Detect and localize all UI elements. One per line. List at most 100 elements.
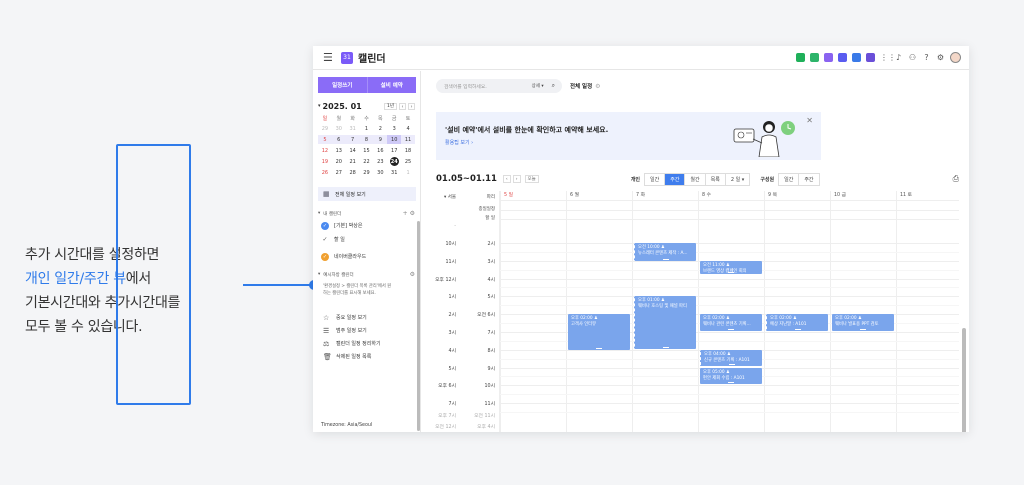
day-header[interactable]: 5 일 xyxy=(500,191,566,200)
mini-day[interactable]: 10 xyxy=(387,135,402,144)
sidebar-scrollbar[interactable] xyxy=(417,221,420,431)
search-scope-select[interactable]: 상세 ▾ xyxy=(532,83,544,89)
my-calendar-section[interactable]: ▾ 내 캘린더 + ⚙ xyxy=(318,210,415,217)
today-button[interactable]: 오늘 xyxy=(524,175,539,183)
calendar-event[interactable]: 오후 02:00 ♟ 웨비나 발표용 PPT 검토 xyxy=(832,314,894,331)
search-icon[interactable]: ⌕ xyxy=(552,82,555,90)
resize-handle[interactable] xyxy=(794,328,801,330)
mini-day[interactable]: 16 xyxy=(373,146,387,155)
mini-day[interactable]: 11 xyxy=(401,135,415,144)
view-tab[interactable]: 2 일 ▾ xyxy=(726,174,749,185)
mini-day[interactable]: 6 xyxy=(331,135,346,144)
gear-icon[interactable]: ⚙ xyxy=(595,83,600,90)
day-header[interactable]: 9 목 xyxy=(764,191,830,200)
mini-day[interactable]: 30 xyxy=(332,124,346,133)
mini-day[interactable]: 4 xyxy=(401,124,415,133)
apps-grid-icon[interactable]: ⋮⋮ xyxy=(880,53,896,62)
mini-day[interactable]: 18 xyxy=(401,146,415,155)
mini-day[interactable]: 1 xyxy=(360,124,374,133)
facility-reserve-button[interactable]: 설비 예약 xyxy=(367,77,416,93)
mini-day[interactable]: 29 xyxy=(318,124,332,133)
calendar-event[interactable]: 오후 05:00 ♟ 편안 제회 수립 : A101 xyxy=(700,367,762,385)
mini-day[interactable]: 3 xyxy=(387,124,401,133)
banner-link[interactable]: 활용팁 보기 › xyxy=(445,139,473,146)
mail-icon[interactable] xyxy=(810,53,819,62)
gear-icon[interactable]: ⚙ xyxy=(936,53,945,62)
mini-day[interactable]: 21 xyxy=(346,157,360,166)
mini-day[interactable]: 26 xyxy=(318,168,332,177)
calendar-item[interactable]: ✓ [기본] 박상은 xyxy=(321,220,415,231)
mini-day[interactable]: 2 xyxy=(373,124,387,133)
mini-day[interactable]: 30 xyxy=(373,168,387,177)
resize-handle[interactable] xyxy=(596,348,602,350)
view-tab[interactable]: 주간 xyxy=(665,173,686,185)
mini-day[interactable]: 29 xyxy=(360,168,374,177)
member-view-tab[interactable]: 주간 xyxy=(799,174,818,185)
sidebar-menu-item[interactable]: 🗑 삭제된 일정 목록 xyxy=(323,350,415,363)
resize-handle[interactable] xyxy=(662,259,669,261)
all-schedule-link[interactable]: ▦ 전체 일정 보기 xyxy=(318,187,416,201)
chevron-down-icon[interactable]: ▾ xyxy=(318,103,321,109)
resize-handle[interactable] xyxy=(662,346,669,348)
day-header[interactable]: 11 토 xyxy=(896,191,962,200)
resize-handle[interactable] xyxy=(728,382,734,384)
mini-day[interactable]: 22 xyxy=(360,157,374,166)
mini-day[interactable]: 13 xyxy=(332,146,346,155)
view-tab[interactable]: 일간 xyxy=(645,173,666,185)
mini-day[interactable]: 1 xyxy=(401,168,415,177)
calendar-event[interactable]: 오후 04:00 ♟ 신규 콘텐츠 기획 : A101 xyxy=(700,349,762,367)
day-header[interactable]: 7 화 xyxy=(632,191,698,200)
mini-day[interactable]: 31 xyxy=(346,124,360,133)
calendar-event[interactable]: 오후 02:00 ♟ 웨비나 관련 콘텐츠 기획... xyxy=(700,314,762,331)
mini-day[interactable]: 19 xyxy=(318,157,332,166)
circle-app-icon[interactable] xyxy=(866,53,875,62)
mini-day[interactable]: 5 xyxy=(318,135,332,144)
member-view-tab[interactable]: 일간 xyxy=(779,173,800,185)
add-gear-icon[interactable]: + ⚙ xyxy=(403,210,415,217)
mini-day[interactable]: 7 xyxy=(345,135,360,144)
view-tab[interactable]: 목록 xyxy=(706,173,726,185)
mini-day[interactable]: 23 xyxy=(373,157,387,166)
day-header[interactable]: 8 수 xyxy=(698,191,764,200)
board-icon[interactable] xyxy=(824,53,833,62)
next-week-icon[interactable]: › xyxy=(512,175,521,183)
gear-icon[interactable]: ⚙ xyxy=(410,271,415,278)
mini-day[interactable]: 28 xyxy=(346,168,360,177)
mini-day[interactable]: 27 xyxy=(332,168,346,177)
day-header[interactable]: 6 월 xyxy=(566,191,632,200)
mini-day[interactable]: 14 xyxy=(346,146,360,155)
mini-day[interactable]: 20 xyxy=(332,157,346,166)
checkbox-icon[interactable]: ✓ xyxy=(321,221,329,230)
resize-handle[interactable] xyxy=(728,271,734,273)
avatar[interactable] xyxy=(950,52,961,63)
resize-handle[interactable] xyxy=(728,328,734,330)
sidebar-menu-item[interactable]: ☆ 중요 일정 보기 xyxy=(323,311,415,324)
org-chart-icon[interactable]: ⚇ xyxy=(908,53,917,62)
calendar-event[interactable]: 오후 02:00 ♟ 고객사 인터뷰 xyxy=(568,314,630,351)
checkbox-icon[interactable]: ✓ xyxy=(321,236,329,244)
mini-day[interactable]: 17 xyxy=(387,146,401,155)
calendar-item[interactable]: ✓ 할 일 xyxy=(321,234,415,245)
resize-handle[interactable] xyxy=(728,364,735,366)
menu-icon[interactable]: ☰ xyxy=(323,51,335,64)
checkbox-icon[interactable]: ✓ xyxy=(321,252,329,261)
grid-scrollbar[interactable] xyxy=(962,328,966,432)
prev-month-icon[interactable]: ‹ xyxy=(399,102,406,110)
print-icon[interactable]: ⎙ xyxy=(953,174,959,184)
prev-week-icon[interactable]: ‹ xyxy=(502,175,511,183)
write-schedule-button[interactable]: 일정쓰기 xyxy=(318,77,368,93)
calendar-event[interactable]: 오전 11:00 ♟ 브랜드 영상 캠페인 회의 xyxy=(700,260,762,274)
mini-day[interactable]: 15 xyxy=(360,146,374,155)
calendar-item[interactable]: ✓ 네이버클라우드 xyxy=(321,251,415,262)
sidebar-menu-item[interactable]: ⚖ 캘린더 일정 정리하기 xyxy=(323,337,415,350)
view-tab[interactable]: 월간 xyxy=(685,173,706,185)
mini-day[interactable]: 25 xyxy=(401,157,415,166)
mini-day[interactable]: 24 xyxy=(387,157,401,166)
mini-day[interactable]: 9 xyxy=(373,135,388,144)
day-header[interactable]: 10 금 xyxy=(830,191,896,200)
help-icon[interactable]: ? xyxy=(922,53,931,62)
bell-icon[interactable]: ♪ xyxy=(894,53,903,62)
mini-day[interactable]: 8 xyxy=(359,135,374,144)
shared-calendar-section[interactable]: ▾ 예시자방 캘린더 ⚙ xyxy=(318,271,415,278)
calendar-event[interactable]: 오후 01:00 ♟ 웨비나 호스팅 및 패널 파티 xyxy=(634,296,696,349)
